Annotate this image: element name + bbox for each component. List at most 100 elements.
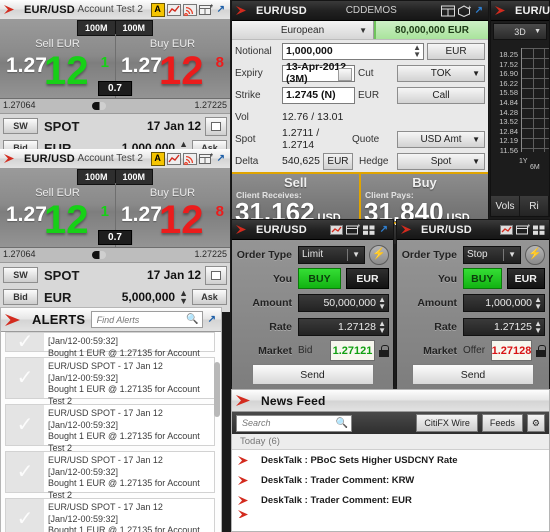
notional-stepper[interactable]: ▲ ▼ <box>413 44 421 59</box>
notional-ccy-button[interactable]: EUR <box>427 42 485 60</box>
buy-pips: 12 <box>159 198 204 242</box>
tab-vols[interactable]: Vols <box>491 196 520 216</box>
quote-dropdown[interactable]: USD Amt ▼ <box>397 130 485 148</box>
alerts-scrollbar[interactable] <box>214 362 220 417</box>
citifx-wire-button[interactable]: CitiFX Wire <box>416 414 478 432</box>
expand-icon[interactable]: ↗ <box>206 314 218 325</box>
alert-time: [Jan/12-00:59:32] <box>48 513 119 524</box>
calendar-icon[interactable] <box>205 116 227 136</box>
bid-button[interactable]: Bid <box>3 289 38 305</box>
alerts-search-input[interactable] <box>94 313 187 326</box>
chart-icon[interactable] <box>500 224 514 236</box>
option-style-dropdown[interactable]: European ▼ <box>232 21 374 39</box>
list-item[interactable]: ✓ EUR/USD SPOT - 17 Jan 12 [Jan/12-00:59… <box>5 498 215 532</box>
order-type-dropdown[interactable]: Limit ▼ <box>298 245 365 264</box>
option-sell-quote[interactable]: Sell Client Receives: 31,162 USD <box>232 174 359 225</box>
list-item[interactable]: ✓ [Jan/12-00:59:32] Bought 1 EUR @ 1.271… <box>5 332 215 369</box>
expand-icon[interactable]: ↗ <box>473 5 485 16</box>
amount-chip-left[interactable]: 100M <box>76 20 116 36</box>
currency-button[interactable]: EUR <box>346 268 389 289</box>
rate-input[interactable]: 1.27128 ▲ ▼ <box>298 317 389 336</box>
buy-side-1[interactable]: Buy EUR 1.27 12 8 <box>115 36 230 98</box>
order-type-dropdown[interactable]: Stop ▼ <box>463 245 521 264</box>
list-item-partial[interactable] <box>232 510 549 518</box>
option-pricer-icons: + ↗ <box>440 4 485 17</box>
strike-input[interactable]: 1.2745 (N) <box>282 86 355 104</box>
alerts-badge-icon[interactable]: A <box>150 151 165 166</box>
delta-ccy-button[interactable]: EUR <box>322 152 353 170</box>
currency-button[interactable]: EUR <box>506 268 545 289</box>
chart-icon[interactable] <box>166 3 181 16</box>
amount-stepper[interactable]: ▲▼ <box>179 289 188 306</box>
rate-input[interactable]: 1.27125 ▲ ▼ <box>463 317 545 336</box>
send-button[interactable]: Send <box>412 364 534 385</box>
alert-header: EUR/USD SPOT - 17 Jan 12 <box>48 502 163 512</box>
spot-tile-1-account: Account Test 2 <box>77 4 143 15</box>
swap-button[interactable]: SW <box>3 118 38 134</box>
cube-add-icon[interactable]: + <box>457 4 471 17</box>
news-search-input[interactable] <box>240 417 336 429</box>
amount-chip-right[interactable]: 100M <box>115 20 154 36</box>
amount-value[interactable]: 5,000,000 <box>122 290 175 304</box>
expiry-input[interactable]: 13-Apr-2012 (3M) <box>282 61 355 85</box>
amount-stepper[interactable]: ▲▼ <box>534 295 542 310</box>
cut-dropdown[interactable]: TOK ▼ <box>397 64 485 82</box>
alerts-badge-icon[interactable]: A <box>150 2 165 17</box>
tiles-icon[interactable] <box>532 224 546 236</box>
option-buy-quote[interactable]: Buy Client Pays: 31,840 USD <box>359 174 488 225</box>
chart-icon[interactable] <box>166 152 181 165</box>
layout-add-icon[interactable]: + <box>345 224 360 236</box>
settings-gear-icon[interactable]: ⚙ <box>526 414 545 432</box>
feeds-button[interactable]: Feeds <box>481 414 523 432</box>
list-item[interactable]: DeskTalk : Trader Comment: EUR <box>232 490 549 510</box>
list-item[interactable]: ✓ EUR/USD SPOT - 17 Jan 12 [Jan/12-00:59… <box>5 357 215 406</box>
swap-button[interactable]: SW <box>3 267 38 283</box>
send-button[interactable]: Send <box>251 364 374 385</box>
buy-button[interactable]: BUY <box>463 268 502 289</box>
amount-input[interactable]: 1,000,000 ▲ ▼ <box>463 293 545 312</box>
grid-layout-icon[interactable] <box>440 5 455 17</box>
quick-execute-icon[interactable]: ⚡ <box>369 244 389 265</box>
list-item[interactable]: DeskTalk : Trader Comment: KRW <box>232 470 549 490</box>
layout-add-icon[interactable]: + <box>516 224 530 236</box>
chart-icon[interactable] <box>329 224 344 236</box>
list-item[interactable]: ✓ EUR/USD SPOT - 17 Jan 12 [Jan/12-00:59… <box>5 404 215 453</box>
lock-icon[interactable] <box>379 344 389 357</box>
call-put-button[interactable]: Call <box>397 86 485 104</box>
list-item[interactable]: DeskTalk : PBoC Sets Higher USDCNY Rate <box>232 450 549 470</box>
list-item[interactable]: ✓ EUR/USD SPOT - 17 Jan 12 [Jan/12-00:59… <box>5 451 215 500</box>
alerts-search[interactable]: 🔍 <box>90 311 203 328</box>
tab-risks[interactable]: Ri <box>520 196 549 216</box>
amount-input[interactable]: 50,000,000 ▲ ▼ <box>298 293 389 312</box>
amount-stepper[interactable]: ▲▼ <box>378 295 386 310</box>
quick-execute-icon[interactable]: ⚡ <box>525 244 545 265</box>
alerts-list[interactable]: ✓ [Jan/12-00:59:32] Bought 1 EUR @ 1.271… <box>1 332 221 532</box>
expand-icon[interactable]: ↗ <box>215 153 227 164</box>
layout-add-icon[interactable]: + <box>198 4 213 16</box>
alert-time: [Jan/12-00:59:32] <box>48 336 119 346</box>
rss-icon[interactable] <box>182 3 197 16</box>
rate-stepper[interactable]: ▲ ▼ <box>534 319 542 334</box>
vol-surface-plot[interactable]: 18.25 17.52 16.90 16.22 15.58 14.84 14.2… <box>491 42 549 200</box>
lock-icon[interactable] <box>536 344 547 357</box>
tiles-icon[interactable] <box>362 224 376 236</box>
rss-icon[interactable] <box>182 152 197 165</box>
sell-header: Sell <box>283 175 308 190</box>
layout-add-icon[interactable]: + <box>198 153 213 165</box>
vol-surface-view-dropdown[interactable]: 3D ▼ <box>493 23 547 40</box>
calendar-icon[interactable] <box>205 265 227 285</box>
ask-button[interactable]: Ask <box>192 289 227 305</box>
amount-chip-left[interactable]: 100M <box>76 169 116 185</box>
buy-button[interactable]: BUY <box>298 268 341 289</box>
calendar-icon[interactable] <box>338 67 352 81</box>
buy-side-2[interactable]: Buy EUR 1.27 12 8 <box>115 185 230 247</box>
rate-stepper[interactable]: ▲ ▼ <box>378 319 386 334</box>
expand-icon[interactable]: ↗ <box>378 224 390 235</box>
news-headline: DeskTalk : Trader Comment: KRW <box>261 474 415 486</box>
notional-input[interactable]: 1,000,000 ▲ ▼ <box>282 42 424 60</box>
expand-icon[interactable]: ↗ <box>215 4 227 15</box>
value-date: 17 Jan 12 <box>146 119 201 133</box>
amount-chip-right[interactable]: 100M <box>115 169 154 185</box>
news-search[interactable]: 🔍 <box>236 414 352 432</box>
hedge-dropdown[interactable]: Spot ▼ <box>397 152 485 170</box>
